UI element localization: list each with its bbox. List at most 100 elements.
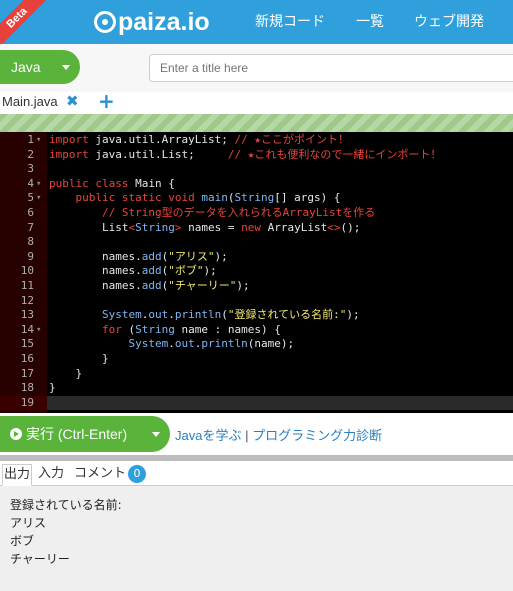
code-line[interactable]: 12 (0, 294, 513, 309)
line-number: 17 (20, 366, 34, 380)
line-number: 4 (27, 176, 34, 190)
code-token: "登録されている名前:" (227, 308, 347, 322)
logo-circle-icon (94, 11, 116, 33)
output-panel: 登録されている名前: アリス ボブ チャーリー (0, 486, 513, 591)
fold-toggle-icon[interactable]: ▾ (36, 133, 41, 148)
editor-resize-bar (0, 114, 513, 132)
tab-comment[interactable]: コメント 0 (74, 464, 147, 486)
code-token: ( (121, 322, 136, 336)
code-token: . (168, 308, 175, 322)
paiza-logo[interactable]: paiza.io (94, 8, 210, 36)
code-token: String (234, 191, 275, 205)
code-token: ); (214, 249, 228, 263)
code-token: import (49, 147, 89, 161)
nav-new-code[interactable]: 新規コード (255, 0, 325, 44)
code-line[interactable]: 15 System.out.println(name); (0, 337, 513, 352)
code-token: ( (221, 308, 228, 322)
code-token: // String型のデータを入れられるArrayListを作る (101, 206, 376, 219)
code-token: names = (181, 220, 242, 234)
editor-toolbar: Java (0, 44, 513, 92)
line-number: 14 (20, 322, 34, 336)
learn-java-link[interactable]: Javaを学ぶ (175, 428, 241, 443)
fold-toggle-icon[interactable]: ▾ (36, 177, 41, 192)
code-token: (name); (247, 337, 295, 351)
code-line[interactable]: 9 names.add("アリス"); (0, 250, 513, 265)
code-editor[interactable]: 1 ▾ import java.util.ArrayList; // ★ここがポイン… (0, 132, 513, 413)
code-line[interactable]: 17 } (0, 367, 513, 382)
code-line[interactable]: 7 List<String> names = new ArrayList<>()… (0, 221, 513, 236)
file-tab-main-java[interactable]: Main.java (2, 94, 58, 109)
tab-output[interactable]: 出力 (2, 464, 33, 486)
code-line[interactable]: 13 System.out.println("登録されている名前:"); (0, 308, 513, 323)
code-token: name : names) { (174, 322, 281, 336)
learn-links: Javaを学ぶ | プログラミング力診断 (175, 425, 382, 444)
nav-web-development[interactable]: ウェブ開発 (414, 0, 484, 44)
run-button[interactable]: 実行 (Ctrl-Enter) (0, 416, 170, 452)
beta-ribbon: Beta (0, 0, 48, 49)
file-tabs: Main.java ✖ + (0, 89, 513, 114)
language-label: Java (11, 59, 41, 75)
code-token: ( (227, 191, 235, 205)
code-text: names.add("ボブ"); (49, 264, 217, 279)
code-line[interactable]: 8 (0, 235, 513, 250)
line-number: 18 (20, 381, 34, 395)
code-text: public class Main { (49, 177, 175, 192)
code-token: add (141, 249, 162, 263)
programming-skill-diagnosis-link[interactable]: プログラミング力診断 (252, 428, 382, 443)
code-token: <> (327, 220, 341, 234)
code-line[interactable]: 5 ▾ public static void main(String[] args… (0, 191, 513, 206)
code-token: add (141, 279, 162, 292)
code-line[interactable]: 10 names.add("ボブ"); (0, 264, 513, 279)
comment-count-badge: 0 (128, 465, 147, 483)
code-line[interactable]: 11 names.add("チャーリー"); (0, 279, 513, 294)
code-text: names.add("チャーリー"); (49, 279, 250, 294)
line-number: 11 (20, 279, 34, 292)
nav-list[interactable]: 一覧 (356, 0, 384, 44)
code-token: names. (49, 279, 142, 292)
code-text: public static void main(String[] args) { (49, 191, 341, 206)
code-token: println (174, 308, 222, 322)
fold-toggle-icon[interactable]: ▾ (36, 191, 41, 206)
code-token: "チャーリー" (168, 279, 237, 292)
output-line: チャーリー (10, 552, 70, 566)
code-line[interactable]: 4 ▾ public class Main { (0, 177, 513, 192)
paiza-io-editor-page: Beta paiza.io 新規コード 一覧 ウェブ開発 Java Main.j… (0, 0, 513, 591)
code-token: "アリス" (168, 249, 215, 263)
code-token: ArrayList (260, 220, 328, 234)
close-icon[interactable]: ✖ (66, 92, 79, 110)
code-text: for (String name : names) { (49, 323, 281, 338)
code-line[interactable]: 3 (0, 162, 513, 177)
code-text: } (49, 381, 56, 396)
language-dropdown[interactable]: Java (0, 50, 80, 84)
code-text: import java.util.List; // ★これも便利なので一緒にイン… (49, 148, 441, 163)
code-token: String (135, 322, 175, 336)
line-number: 19 (20, 395, 34, 409)
code-line[interactable]: 1 ▾ import java.util.ArrayList; // ★ここがポイン… (0, 133, 513, 148)
code-token: new (241, 220, 261, 234)
code-token: . (168, 337, 175, 351)
title-input[interactable] (149, 54, 513, 82)
line-number: 13 (20, 308, 34, 322)
logo-text: paiza.io (118, 8, 210, 36)
chevron-down-icon[interactable] (152, 432, 160, 437)
line-number: 6 (27, 206, 34, 219)
code-line[interactable]: 2 import java.util.List; // ★これも便利なので一緒にイ… (0, 148, 513, 163)
code-token: for (101, 322, 122, 336)
code-text: names.add("アリス"); (49, 250, 228, 265)
code-line[interactable]: 6 // String型のデータを入れられるArrayListを作る (0, 206, 513, 221)
code-token: System (128, 337, 169, 351)
fold-toggle-icon[interactable]: ▾ (36, 323, 41, 338)
code-token: out (174, 337, 195, 351)
code-token: Main { (128, 176, 175, 190)
code-line[interactable]: 19 (0, 395, 513, 411)
line-number: 1 (27, 133, 34, 146)
plus-icon[interactable]: + (98, 89, 115, 113)
code-line[interactable]: 18} (0, 381, 513, 396)
tab-input[interactable]: 入力 (38, 464, 64, 486)
output-line: ボブ (10, 534, 35, 548)
code-line[interactable]: 16 } (0, 352, 513, 367)
code-line[interactable]: 14 ▾ for (String name : names) { (0, 323, 513, 338)
